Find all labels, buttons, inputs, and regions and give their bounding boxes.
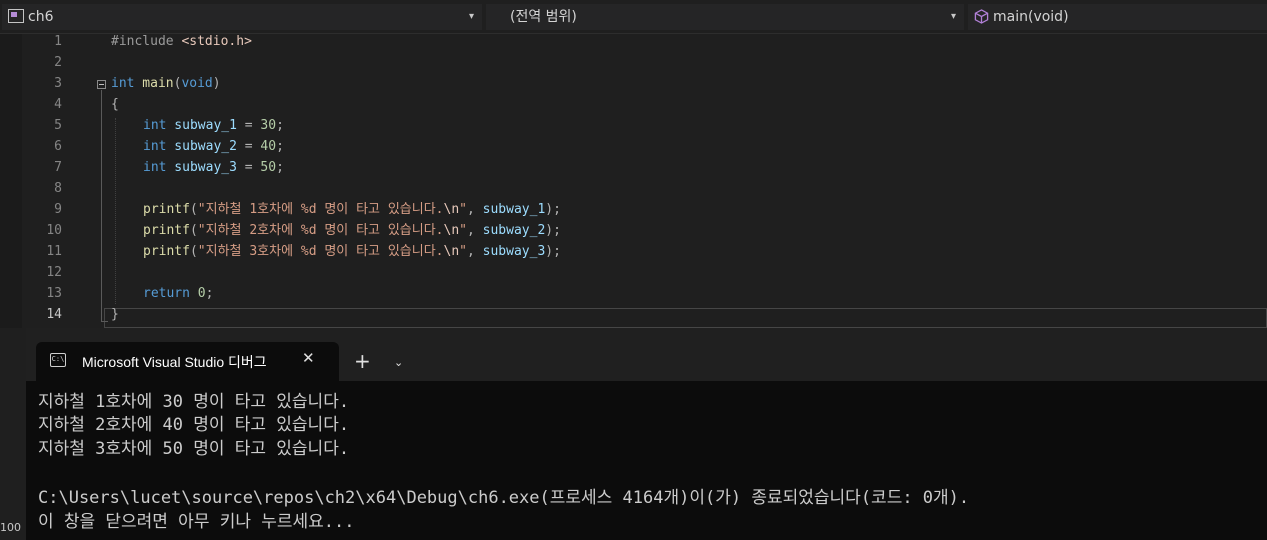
line-number: 2 <box>54 55 62 70</box>
code-line-13: return 0; <box>143 286 214 301</box>
code-line-3: int main(void) <box>111 76 221 91</box>
chevron-down-icon: ▾ <box>950 11 956 22</box>
collapse-icon[interactable] <box>97 80 106 89</box>
code-line-7: int subway_3 = 50; <box>143 160 284 175</box>
code-editor[interactable]: 1 2 3 4 5 6 7 8 9 10 11 12 13 14 #includ… <box>0 34 1267 328</box>
terminal-window[interactable]: C:\ Microsoft Visual Studio 디버그 ✕ + ⌄ 지하… <box>26 328 1267 540</box>
fold-guide-end <box>101 321 108 322</box>
chevron-down-icon: ▾ <box>468 11 474 22</box>
member-name: main(void) <box>993 9 1069 25</box>
line-number: 9 <box>54 202 62 217</box>
scope-dropdown[interactable]: (전역 범위) ▾ <box>486 4 964 30</box>
line-number: 8 <box>54 181 62 196</box>
code-line-10: printf("지하철 2호차에 %d 명이 타고 있습니다.\n", subw… <box>143 223 561 238</box>
line-number: 6 <box>54 139 62 154</box>
code-line-14: } <box>111 307 119 322</box>
output-line: 지하철 3호차에 50 명이 타고 있습니다. <box>38 439 350 459</box>
line-number: 11 <box>46 244 62 259</box>
code-line-5: int subway_1 = 30; <box>143 118 284 133</box>
tab-title: Microsoft Visual Studio 디버그 <box>82 354 267 370</box>
project-dropdown[interactable]: ch6 ▾ <box>2 4 482 30</box>
terminal-tab[interactable]: C:\ Microsoft Visual Studio 디버그 ✕ <box>36 342 339 381</box>
line-number: 1 <box>54 34 62 49</box>
line-number: 10 <box>46 223 62 238</box>
zoom-level[interactable]: 100 <box>0 516 26 540</box>
code-line-6: int subway_2 = 40; <box>143 139 284 154</box>
line-number-current: 14 <box>46 307 62 322</box>
project-icon <box>8 9 24 23</box>
line-number: 7 <box>54 160 62 175</box>
line-number: 13 <box>46 286 62 301</box>
console-icon: C:\ <box>50 353 66 367</box>
current-line-highlight <box>104 308 1267 328</box>
code-line-9: printf("지하철 1호차에 %d 명이 타고 있습니다.\n", subw… <box>143 202 561 217</box>
editor-margin <box>0 34 22 328</box>
output-line: 지하철 2호차에 40 명이 타고 있습니다. <box>38 415 350 435</box>
line-number: 3 <box>54 76 62 91</box>
code-line-1: #include <stdio.h> <box>111 34 252 49</box>
close-icon[interactable]: ✕ <box>302 349 315 367</box>
indent-guide <box>115 118 117 304</box>
terminal-tab-bar: C:\ Microsoft Visual Studio 디버그 ✕ + ⌄ <box>26 328 1267 381</box>
new-tab-button[interactable]: + <box>354 348 371 374</box>
line-number: 5 <box>54 118 62 133</box>
fold-guide <box>101 90 102 322</box>
output-line: 이 창을 닫으려면 아무 키나 누르세요... <box>38 512 355 532</box>
line-number: 4 <box>54 97 62 112</box>
output-line: 지하철 1호차에 30 명이 타고 있습니다. <box>38 392 350 412</box>
code-line-11: printf("지하철 3호차에 %d 명이 타고 있습니다.\n", subw… <box>143 244 561 259</box>
code-line-4: { <box>111 97 119 112</box>
member-dropdown[interactable]: main(void) <box>968 4 1267 30</box>
navigation-bar: ch6 ▾ (전역 범위) ▾ main(void) <box>0 0 1267 34</box>
project-name: ch6 <box>28 9 54 25</box>
chevron-down-icon[interactable]: ⌄ <box>394 350 403 376</box>
method-cube-icon <box>974 9 989 24</box>
line-number: 12 <box>46 265 62 280</box>
output-line: C:\Users\lucet\source\repos\ch2\x64\Debu… <box>38 488 970 508</box>
scope-name: (전역 범위) <box>510 9 577 25</box>
